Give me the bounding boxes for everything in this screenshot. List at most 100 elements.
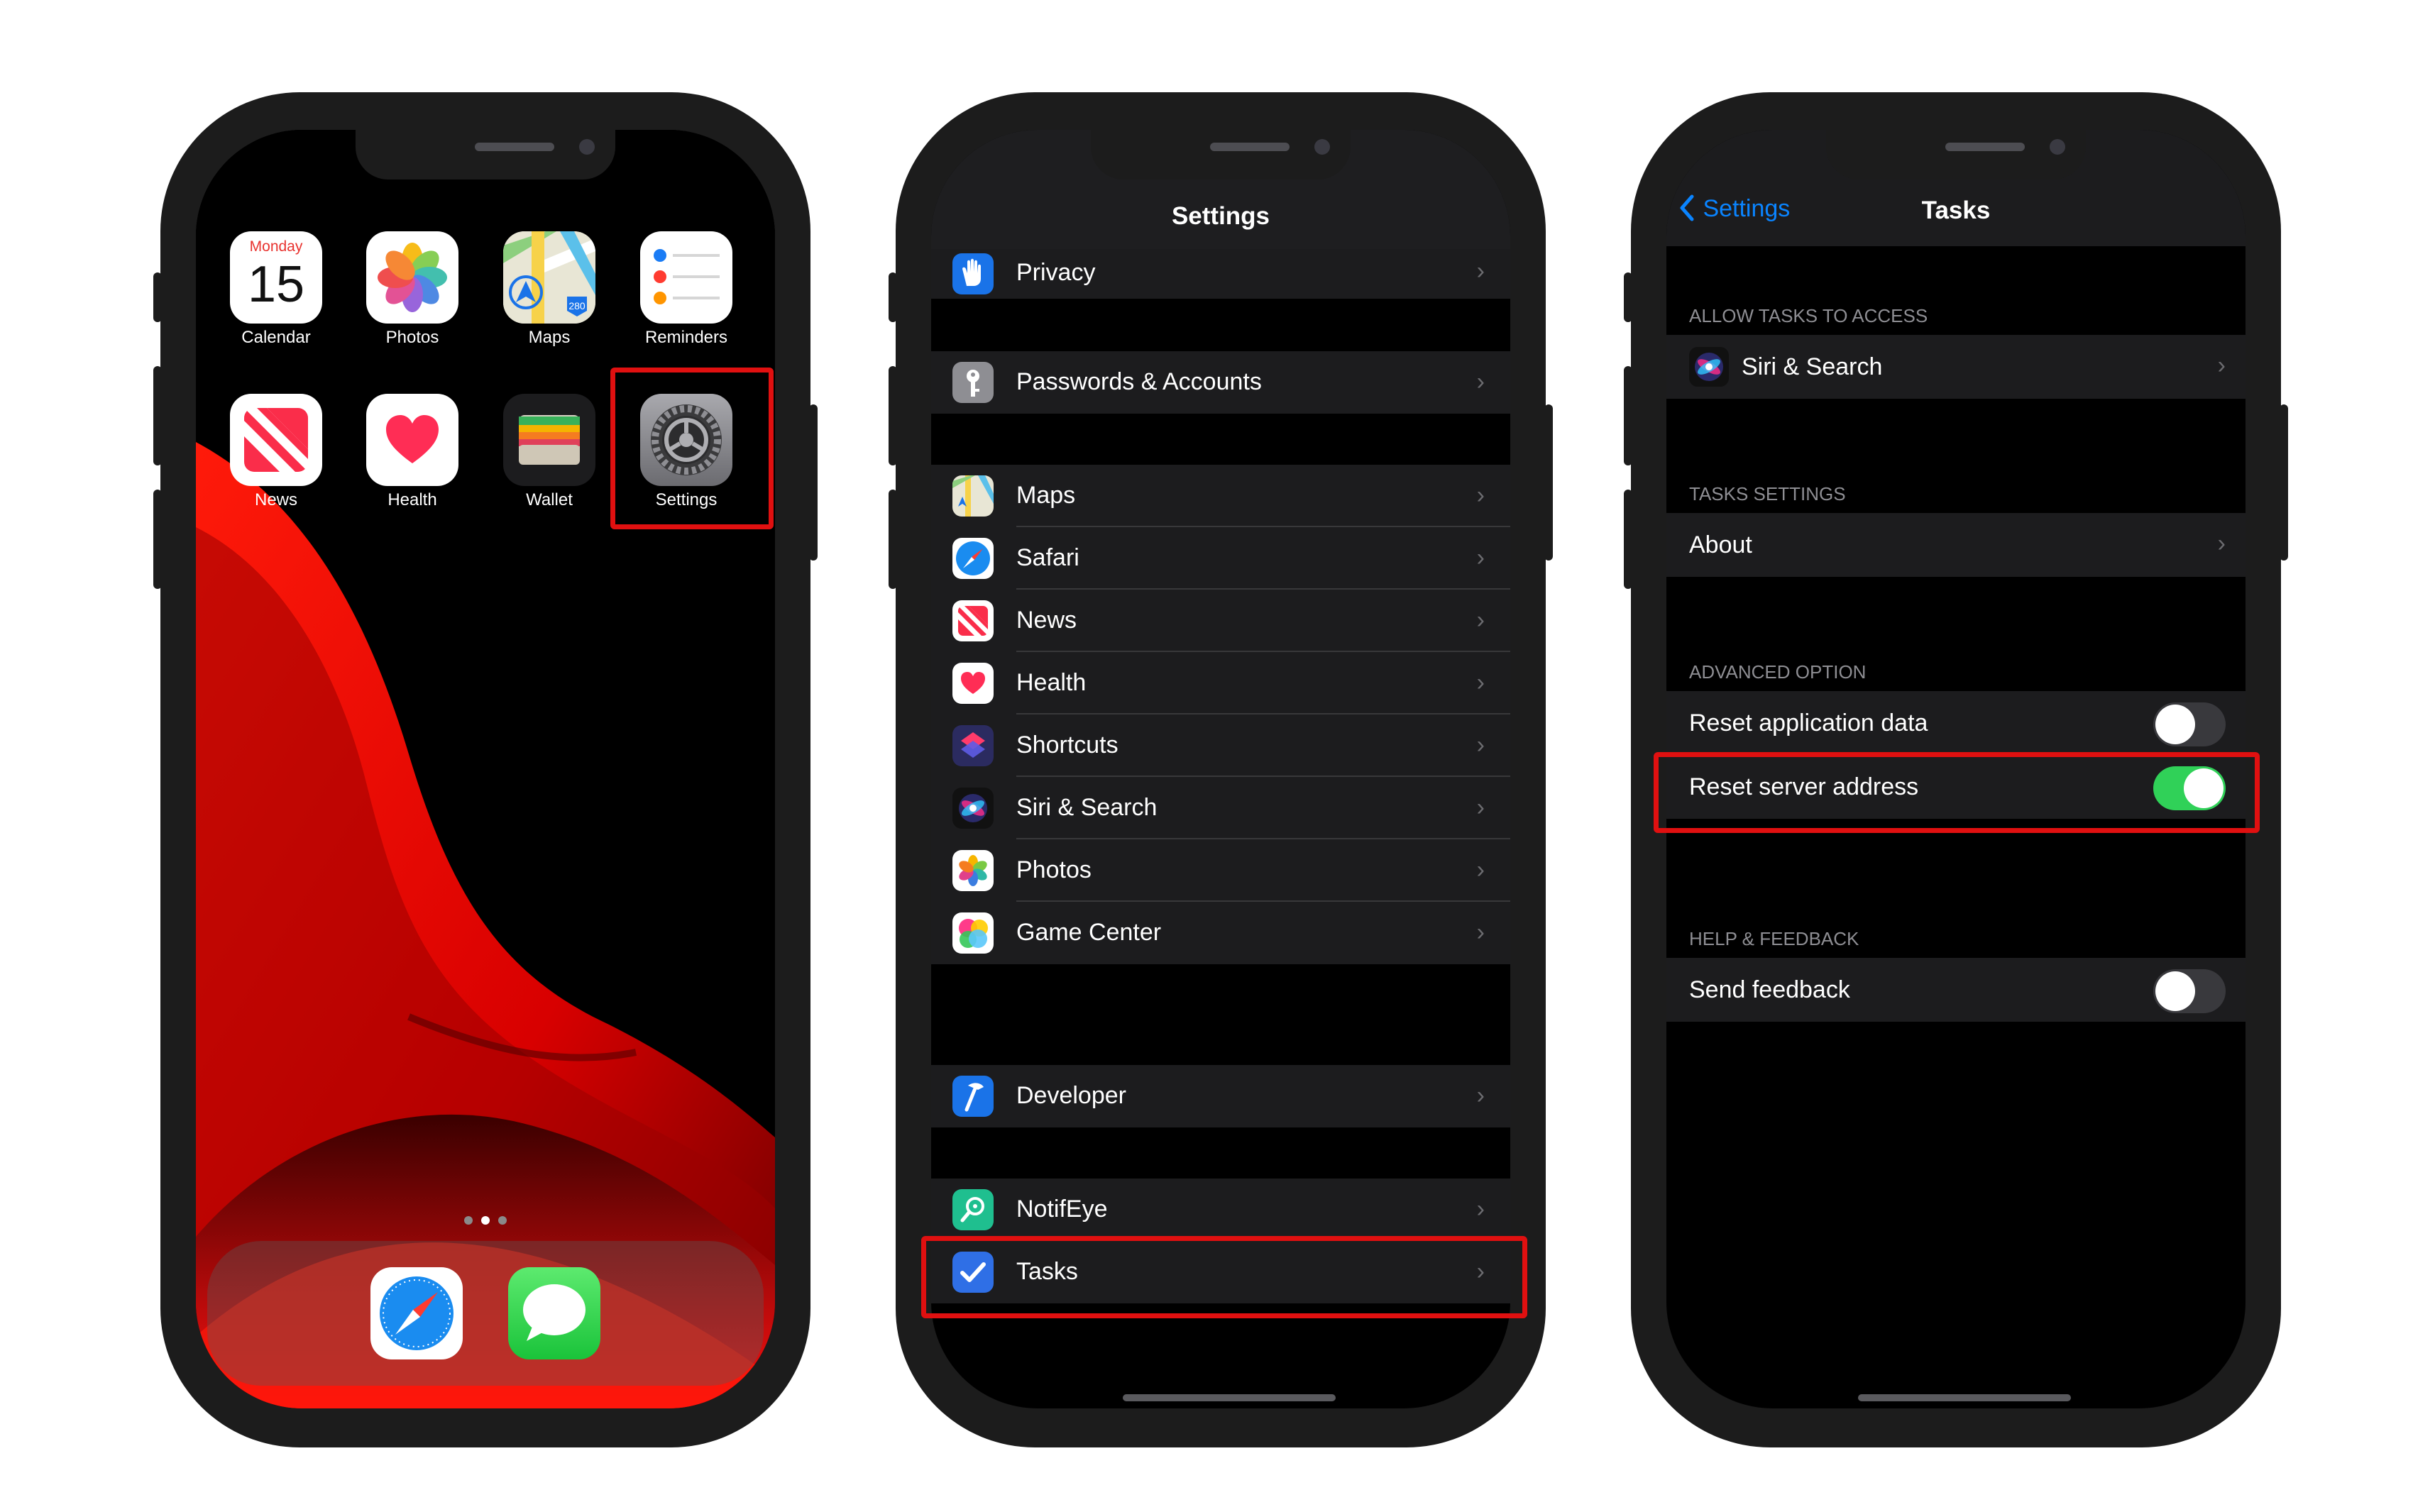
app-label: Calendar [241, 328, 311, 347]
section-header: ALLOW TASKS TO ACCESS [1689, 305, 1928, 326]
settings-row-label: News [1016, 607, 1077, 634]
page-dot [498, 1216, 507, 1225]
settings-row-siri[interactable]: Siri & Search › [931, 777, 1510, 839]
highlight-tasks-row [921, 1236, 1527, 1318]
side-button-volume-up [1624, 366, 1632, 465]
settings-row-notifeye[interactable]: NotifEye › [931, 1179, 1510, 1241]
notch [1826, 130, 2086, 180]
maps-icon [952, 475, 994, 517]
home-screen: Monday 15 Calendar Photos 280 Maps Remin… [196, 130, 775, 1408]
settings-row-label: Siri & Search [1016, 794, 1158, 821]
app-photos[interactable]: Photos [366, 231, 458, 348]
side-button-power [809, 404, 818, 561]
health-heart-icon [952, 663, 994, 704]
page-dot [464, 1216, 473, 1225]
app-label: Wallet [526, 490, 573, 509]
chevron-right-icon: › [1476, 856, 1485, 883]
app-label: Photos [385, 328, 439, 347]
key-icon [952, 362, 994, 403]
reminders-icon [640, 231, 732, 324]
page-indicator[interactable] [460, 1215, 511, 1228]
page-title: Settings [1171, 202, 1270, 230]
settings-row-label: Photos [1016, 856, 1092, 883]
calendar-icon: Monday 15 [230, 231, 322, 324]
side-button-volume-down [153, 490, 162, 589]
side-button-volume-down [889, 490, 897, 589]
game-center-icon [952, 912, 994, 954]
page-dot-current [481, 1216, 490, 1225]
settings-row-label: Health [1016, 669, 1087, 696]
privacy-hand-icon [952, 253, 994, 294]
dock [207, 1241, 764, 1386]
shortcuts-icon [952, 725, 994, 766]
app-health[interactable]: Health [366, 394, 458, 510]
settings-row-label: Passwords & Accounts [1016, 368, 1262, 395]
app-news[interactable]: News [230, 394, 322, 510]
app-label: Maps [528, 328, 571, 347]
row-label: Reset application data [1689, 710, 1928, 736]
side-button-volume-down [1624, 490, 1632, 589]
settings-row-passwords[interactable]: Passwords & Accounts › [931, 351, 1510, 414]
side-button-volume-up [153, 366, 162, 465]
settings-row-photos[interactable]: Photos › [931, 839, 1510, 902]
row-label: Siri & Search [1742, 353, 1883, 380]
section-header: HELP & FEEDBACK [1689, 928, 1859, 949]
side-button-silent [1624, 272, 1632, 322]
dock-messages[interactable] [508, 1267, 600, 1359]
side-button-power [2280, 404, 2288, 561]
settings-row-label: Shortcuts [1016, 732, 1118, 758]
settings-row-shortcuts[interactable]: Shortcuts › [931, 714, 1510, 777]
app-maps[interactable]: 280 Maps [503, 231, 595, 348]
settings-row-safari[interactable]: Safari › [931, 527, 1510, 590]
settings-row-news[interactable]: News › [931, 590, 1510, 652]
chevron-right-icon: › [1476, 1196, 1485, 1223]
chevron-right-icon: › [1476, 258, 1485, 285]
row-label: About [1689, 531, 1752, 558]
chevron-right-icon: › [1476, 482, 1485, 509]
news-icon [230, 394, 322, 486]
messages-icon [523, 1284, 586, 1341]
chevron-right-icon: › [1476, 732, 1485, 758]
settings-row-label: Privacy [1016, 259, 1096, 286]
app-wallet[interactable]: Wallet [503, 394, 595, 510]
settings-row-game-center[interactable]: Game Center › [931, 902, 1510, 964]
news-icon [952, 600, 994, 641]
chevron-right-icon: › [1476, 669, 1485, 696]
app-reminders[interactable]: Reminders [640, 231, 732, 348]
section-header: TASKS SETTINGS [1689, 483, 1846, 504]
highlight-reset-server-row [1654, 752, 2260, 833]
app-calendar[interactable]: Monday 15 Calendar [230, 231, 322, 348]
notifeye-icon [952, 1189, 994, 1230]
reset-app-data-toggle[interactable] [2153, 702, 2226, 746]
send-feedback-toggle[interactable] [2153, 969, 2226, 1013]
settings-row-health[interactable]: Health › [931, 652, 1510, 714]
settings-row-label: Safari [1016, 544, 1079, 571]
maps-shield-number: 280 [568, 300, 586, 311]
row-about[interactable]: About › [1666, 513, 2246, 577]
notch [356, 130, 615, 180]
row-siri-search[interactable]: Siri & Search › [1666, 335, 2246, 399]
side-button-silent [889, 272, 897, 322]
chevron-right-icon: › [2217, 352, 2226, 379]
dock-safari[interactable] [370, 1267, 463, 1359]
home-indicator[interactable] [1123, 1394, 1336, 1401]
settings-screen: Settings Privacy › Passwords & Accounts … [931, 130, 1510, 1408]
row-send-feedback: Send feedback [1666, 958, 2246, 1022]
chevron-right-icon: › [1476, 919, 1485, 946]
side-button-silent [153, 272, 162, 322]
settings-row-label: NotifEye [1016, 1196, 1108, 1223]
chevron-right-icon: › [1476, 1082, 1485, 1109]
chevron-right-icon: › [1476, 544, 1485, 571]
settings-row-privacy[interactable]: Privacy › [931, 249, 1510, 299]
settings-row-maps[interactable]: Maps › [931, 465, 1510, 527]
settings-row-label: Maps [1016, 482, 1076, 509]
wallet-icon [503, 394, 595, 486]
calendar-day: 15 [247, 256, 305, 313]
safari-icon [952, 538, 994, 579]
chevron-right-icon: › [1476, 368, 1485, 395]
settings-row-label: Game Center [1016, 919, 1162, 946]
photos-icon [366, 231, 458, 324]
siri-icon [952, 788, 994, 829]
home-indicator[interactable] [1858, 1394, 2071, 1401]
settings-row-developer[interactable]: Developer › [931, 1065, 1510, 1127]
